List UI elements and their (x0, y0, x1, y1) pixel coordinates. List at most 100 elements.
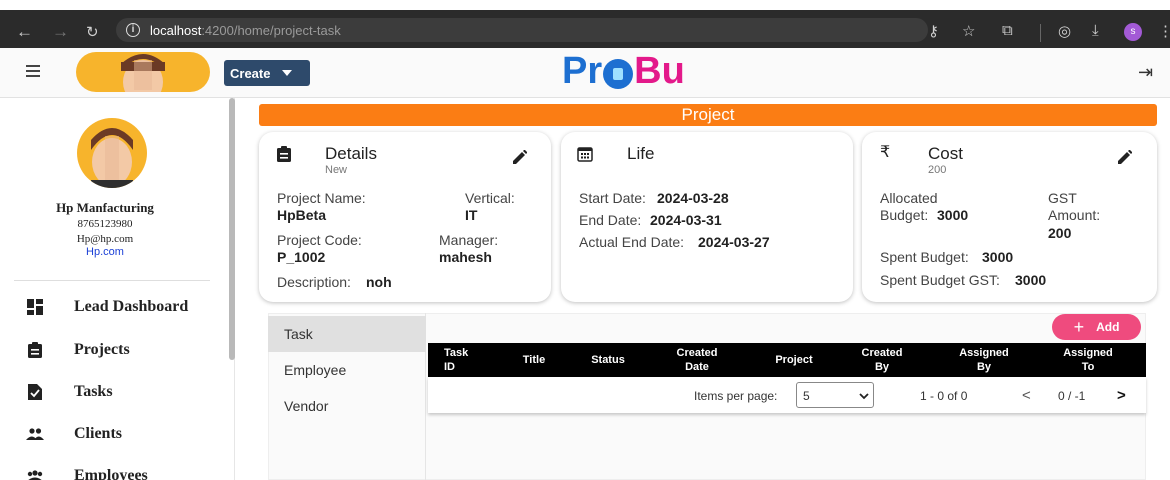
rupee-icon: ₹ (880, 144, 891, 161)
sidebar-item-clients[interactable]: Clients (26, 425, 122, 443)
allocated-label-line2: Budget: (880, 207, 929, 223)
column-created-date[interactable]: Created Date (662, 346, 732, 374)
next-page-icon[interactable]: > (1117, 387, 1126, 404)
url-host: localhost (150, 22, 202, 38)
cost-title: Cost (928, 144, 963, 163)
reload-icon[interactable]: ↻ (86, 23, 99, 41)
life-title: Life (627, 144, 655, 163)
url-path: :4200/home/project-task (201, 22, 341, 38)
previous-page-icon[interactable]: < (1022, 387, 1031, 404)
task-table-header: Task ID Title Status Created Date Projec… (428, 343, 1146, 377)
project-name-label: Project Name: (277, 190, 366, 206)
column-project[interactable]: Project (754, 353, 834, 367)
download-icon[interactable]: ⤓ (1092, 22, 1099, 39)
extensions-icon[interactable]: ⧉ (1002, 22, 1013, 39)
task-check-icon (26, 384, 44, 400)
bookmark-star-icon[interactable]: ☆ (962, 22, 975, 40)
calendar-icon (577, 146, 593, 167)
company-website[interactable]: Hp.com (0, 246, 210, 258)
column-label: Date (685, 361, 709, 373)
details-title: Details (325, 144, 377, 163)
add-task-button[interactable]: + Add (1052, 314, 1141, 340)
back-arrow-icon[interactable]: ← (16, 22, 33, 42)
column-status[interactable]: Status (576, 353, 640, 367)
menu-hamburger-icon[interactable] (26, 65, 40, 80)
column-created-by[interactable]: Created By (848, 346, 916, 374)
probu-logo: Pr Bu (562, 50, 685, 93)
gst-amount-value: 200 (1048, 225, 1072, 241)
column-assigned-by[interactable]: Assigned By (942, 346, 1026, 374)
tab-task[interactable]: Task (268, 316, 426, 352)
start-date-value: 2024-03-28 (657, 190, 729, 206)
sidebar-item-label: Clients (74, 425, 122, 442)
column-label: ID (444, 361, 455, 373)
column-label: Title (522, 354, 546, 366)
sidebar-divider (14, 280, 210, 281)
column-label: Task (444, 347, 469, 359)
add-label: Add (1096, 320, 1120, 334)
paginator: Items per page: 5 1 - 0 of 0 < 0 / -1 > (428, 377, 1146, 413)
column-label: By (976, 361, 992, 373)
project-code-label: Project Code: (277, 232, 362, 248)
allocated-label-line1: Allocated (880, 190, 938, 206)
sidebar-item-employees[interactable]: Employees (26, 467, 148, 480)
sidebar-scrollbar[interactable] (229, 98, 235, 360)
create-button[interactable]: Create (224, 60, 310, 86)
caret-down-icon (282, 70, 293, 76)
app-header: Create Pr Bu ⇥ (0, 48, 1170, 98)
cost-card: ₹ Cost 200 Allocated Budget: 3000 GST Am… (862, 132, 1157, 302)
sidebar-item-projects[interactable]: Projects (26, 341, 130, 359)
items-per-page-select[interactable]: 5 (796, 382, 874, 408)
column-label: Created (676, 347, 718, 359)
column-task-id[interactable]: Task ID (428, 346, 488, 374)
tab-employee[interactable]: Employee (268, 352, 426, 388)
column-label: Status (591, 354, 625, 366)
column-label: Project (775, 354, 813, 366)
column-label: By (874, 361, 890, 373)
project-banner: Project (259, 104, 1157, 126)
allocated-budget-value: 3000 (937, 207, 969, 223)
chevron-down-icon (859, 390, 869, 404)
tab-vendor[interactable]: Vendor (268, 388, 426, 424)
items-per-page-value: 5 (803, 389, 810, 403)
column-label: Assigned (1063, 347, 1113, 359)
cost-subtitle: 200 (928, 164, 947, 176)
header-avatar[interactable] (76, 52, 210, 92)
forward-arrow-icon[interactable]: → (52, 22, 69, 42)
start-date-label: Start Date: (579, 190, 646, 206)
spent-budget-value: 3000 (982, 249, 1014, 265)
vertical-tab-list: Task Employee Vendor (268, 313, 426, 480)
spent-gst-label: Spent Budget GST: (880, 272, 1000, 288)
column-assigned-to[interactable]: Assigned To (1046, 346, 1130, 374)
clipboard-icon (277, 146, 291, 167)
column-label: Created (861, 347, 903, 359)
sidebar-item-lead-dashboard[interactable]: Lead Dashboard (26, 298, 188, 316)
column-title[interactable]: Title (504, 353, 564, 367)
password-key-icon[interactable]: ⚷ (928, 22, 939, 40)
spent-gst-value: 3000 (1015, 272, 1047, 288)
dashboard-icon (26, 299, 44, 315)
browser-menu-icon[interactable]: ⋮ (1158, 22, 1170, 40)
vertical-value: IT (465, 207, 478, 223)
project-name-value: HpBeta (277, 207, 327, 223)
edit-pencil-icon[interactable] (513, 149, 528, 169)
logout-icon[interactable]: ⇥ (1138, 62, 1153, 83)
page-indicator: 0 / -1 (1058, 389, 1086, 403)
sidebar-item-tasks[interactable]: Tasks (26, 383, 113, 401)
address-bar[interactable]: i localhost:4200/home/project-task (116, 18, 928, 42)
clients-icon (26, 426, 44, 442)
browser-chrome: ← → ↻ i localhost:4200/home/project-task… (0, 0, 1170, 48)
profile-avatar[interactable]: s (1124, 23, 1142, 41)
sidebar: Hp Manfacturing 8765123980 Hp@hp.com Hp.… (0, 98, 235, 480)
plus-icon: + (1073, 317, 1085, 337)
logo-ball-icon (603, 58, 634, 89)
project-code-value: P_1002 (277, 249, 326, 265)
spent-budget-label: Spent Budget: (880, 249, 969, 265)
company-name: Hp Manfacturing (56, 200, 154, 215)
site-info-icon[interactable]: i (126, 23, 140, 37)
description-label: Description: (277, 274, 351, 290)
edit-pencil-icon[interactable] (1118, 149, 1133, 169)
sidebar-item-label: Lead Dashboard (74, 298, 189, 315)
end-date-value: 2024-03-31 (650, 212, 722, 228)
lens-icon[interactable]: ◎ (1058, 22, 1071, 40)
